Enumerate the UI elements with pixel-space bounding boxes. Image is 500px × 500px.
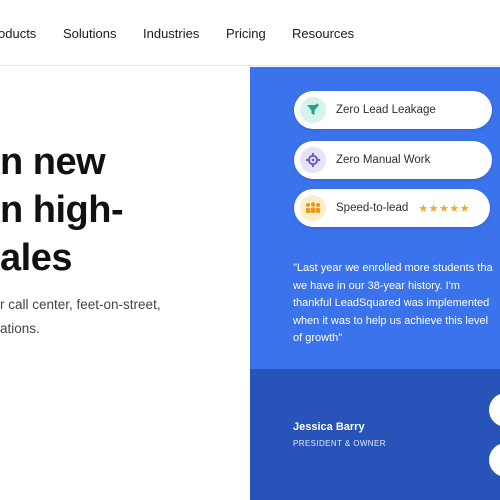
gear-icon (300, 147, 326, 173)
rating-stars: ★★★★★ (418, 202, 471, 215)
feature-pill-zero-manual-work[interactable]: Zero Manual Work (294, 141, 492, 179)
feature-label: Speed-to-lead (336, 202, 409, 214)
hero-subtitle-line: ations. (0, 321, 40, 336)
nav-industries[interactable]: Industries (143, 26, 199, 41)
quote-line: of growth" (293, 332, 343, 344)
feature-pill-zero-lead-leakage[interactable]: Zero Lead Leakage (294, 91, 492, 129)
quote-line: thankful LeadSquared was implemented (293, 297, 490, 309)
top-navigation: oducts Solutions Industries Pricing Reso… (0, 0, 500, 66)
feature-label: Zero Manual Work (336, 154, 431, 166)
funnel-icon (300, 97, 326, 123)
feature-label: Zero Lead Leakage (336, 104, 436, 116)
carousel-prev-button[interactable] (489, 443, 500, 477)
hero-subtitle-line: r call center, feet-on-street, (0, 297, 161, 312)
nav-solutions[interactable]: Solutions (63, 26, 116, 41)
nav-pricing[interactable]: Pricing (226, 26, 266, 41)
nav-products[interactable]: oducts (0, 26, 36, 41)
hero-title-line: n high- (0, 189, 124, 231)
quote-line: we have in our 38-year history. I'm (293, 279, 460, 292)
author-name: Jessica Barry (293, 421, 365, 433)
hero-subtitle: r call center, feet-on-street, ations. (0, 293, 248, 341)
feature-pill-speed-to-lead[interactable]: Speed-to-lead ★★★★★ (294, 189, 490, 227)
quote-line: "Last year we enrolled more students tha (293, 262, 493, 274)
nav-resources[interactable]: Resources (292, 26, 354, 41)
carousel-next-button[interactable] (489, 393, 500, 427)
author-title: PRESIDENT & OWNER (293, 439, 386, 448)
quote-line: when it was to help us achieve this leve… (293, 314, 489, 327)
team-icon (300, 195, 326, 221)
testimonial-author-panel: Jessica Barry PRESIDENT & OWNER (250, 369, 500, 500)
hero-title-line: ales (0, 237, 72, 279)
hero-title-line: n new (0, 141, 106, 183)
hero-title: n new n high- ales (0, 138, 248, 282)
testimonial-panel: Zero Lead Leakage Zero Manual Work Speed… (250, 67, 500, 369)
testimonial-quote: "Last year we enrolled more students tha… (293, 260, 500, 348)
